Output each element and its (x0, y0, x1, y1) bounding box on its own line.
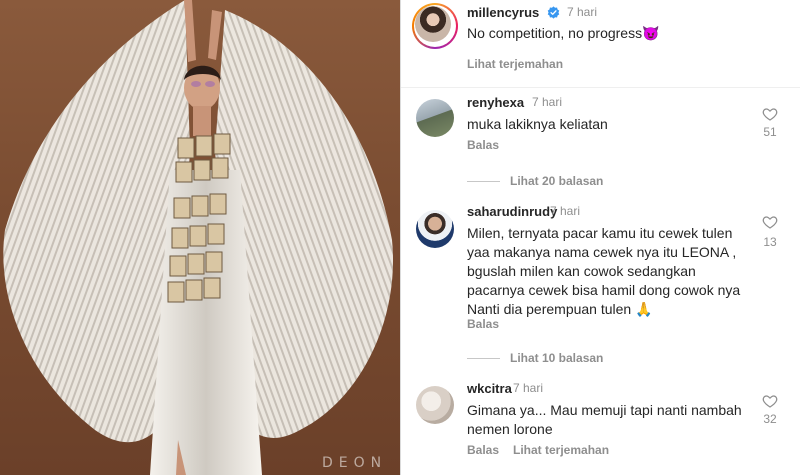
commenter-avatar[interactable] (416, 386, 454, 424)
photo-watermark: DEON (322, 455, 388, 471)
heart-outline-icon[interactable] (762, 106, 778, 122)
like-count: 13 (763, 235, 777, 249)
avatar-image (415, 6, 451, 42)
view-replies-label: Lihat 10 balasan (510, 351, 604, 365)
view-replies-button[interactable]: Lihat 10 balasan (467, 351, 603, 365)
comment-item: renyhexa 7 hari muka lakiknya keliatan B… (401, 92, 800, 192)
comment-text: Gimana ya... Mau memuji tapi nanti namba… (467, 402, 742, 437)
commenter-avatar[interactable] (416, 210, 454, 248)
comment-text: Milen, ternyata pacar kamu itu cewek tul… (467, 225, 741, 317)
commenter-avatar[interactable] (416, 99, 454, 137)
comment-text: muka lakiknya keliatan (467, 116, 608, 132)
verified-badge-icon (547, 6, 560, 19)
heart-outline-icon[interactable] (762, 393, 778, 409)
author-avatar[interactable] (412, 3, 458, 49)
caption-time: 7 hari (567, 5, 598, 19)
view-replies-button[interactable]: Lihat 20 balasan (467, 174, 603, 188)
like-count: 51 (763, 125, 777, 139)
comment-time: 7 hari (513, 381, 544, 395)
post-photo[interactable]: DEON (0, 0, 400, 475)
post-caption: millencyrus 7 hari No competition, no pr… (401, 0, 800, 90)
reply-button[interactable]: Balas (467, 138, 499, 152)
comment-time: 7 hari (532, 95, 563, 109)
caption-divider (401, 87, 800, 88)
heart-outline-icon[interactable] (762, 214, 778, 230)
author-username[interactable]: millencyrus (467, 5, 539, 20)
caption-text: No competition, no progress😈 (467, 25, 660, 41)
replies-line (467, 181, 500, 183)
reply-button[interactable]: Balas (467, 443, 499, 457)
commenter-username[interactable]: wkcitra (467, 381, 512, 396)
reply-button[interactable]: Balas (467, 317, 499, 331)
fashion-photo-illustration (3, 0, 394, 475)
view-replies-label: Lihat 20 balasan (510, 174, 604, 188)
comment-item: wkcitra 7 hari Gimana ya... Mau memuji t… (401, 377, 800, 475)
comment-time: 7 hari (550, 204, 581, 218)
commenter-username[interactable]: renyhexa (467, 95, 524, 110)
see-translation-link[interactable]: Lihat terjemahan (513, 443, 609, 457)
commenter-username[interactable]: saharudinrudy (467, 204, 557, 219)
replies-line (467, 358, 500, 360)
see-translation-link[interactable]: Lihat terjemahan (467, 57, 563, 71)
comment-item: saharudinrudy 7 hari Milen, ternyata pac… (401, 200, 800, 370)
like-count: 32 (763, 412, 777, 426)
comments-pane: millencyrus 7 hari No competition, no pr… (401, 0, 800, 475)
